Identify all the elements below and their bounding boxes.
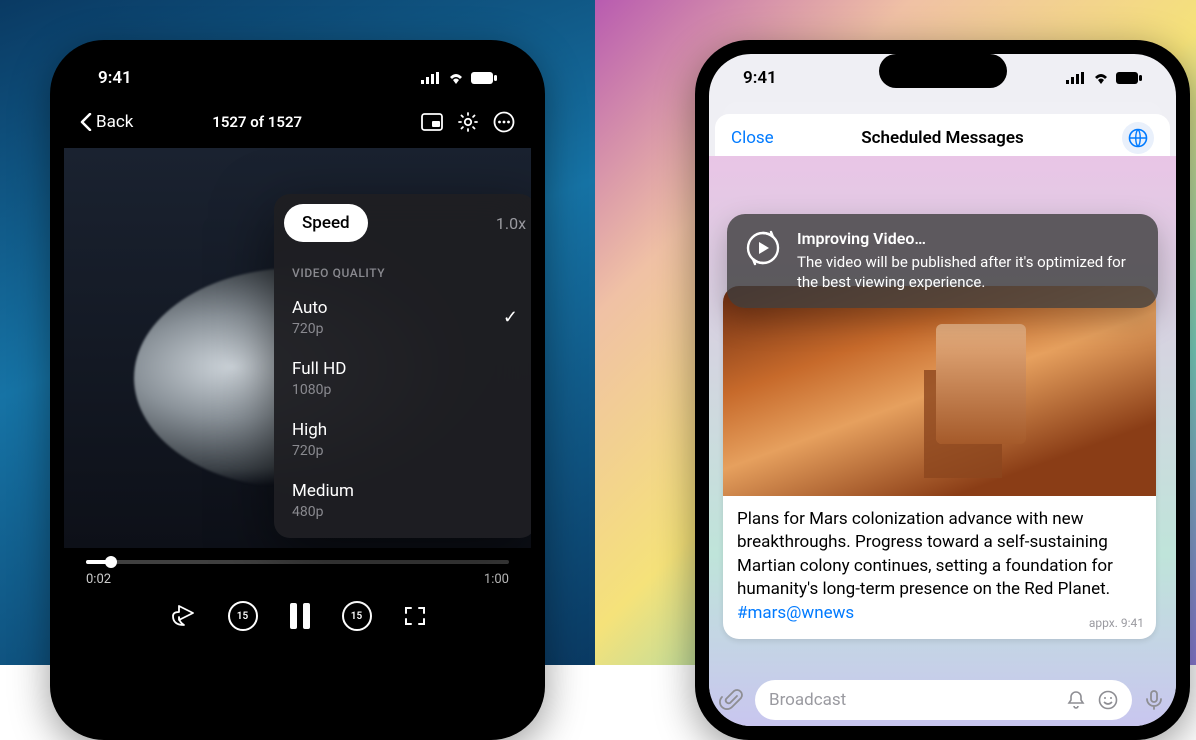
hashtag[interactable]: #mars bbox=[737, 603, 786, 623]
phone-screen: 9:41 Close Scheduled Messages bbox=[709, 54, 1176, 726]
sheet-header: Close Scheduled Messages bbox=[715, 114, 1170, 162]
toast-body: The video will be published after it's o… bbox=[797, 252, 1142, 293]
quality-item-auto[interactable]: Auto720p ✓ bbox=[274, 288, 531, 349]
chevron-left-icon bbox=[80, 113, 92, 131]
notch bbox=[879, 54, 1007, 88]
cellular-icon bbox=[421, 72, 441, 84]
fullscreen-icon[interactable] bbox=[404, 605, 426, 627]
skip-back-button[interactable]: 15 bbox=[228, 601, 258, 631]
refresh-play-icon bbox=[743, 228, 783, 268]
nav-title: 1527 of 1527 bbox=[99, 113, 415, 131]
phone-frame: 9:41 Back 1527 of 1527 bbox=[50, 40, 545, 740]
playback-controls: 15 15 bbox=[64, 601, 531, 631]
status-indicators bbox=[1066, 72, 1142, 84]
input-placeholder: Broadcast bbox=[769, 690, 846, 710]
speed-row[interactable]: Speed 1.0x bbox=[274, 194, 531, 252]
mic-icon[interactable] bbox=[1142, 688, 1166, 712]
message-meta: appx. 9:41 bbox=[1089, 615, 1144, 632]
sticker-icon[interactable] bbox=[1098, 690, 1118, 710]
battery-icon bbox=[1116, 72, 1142, 84]
pause-button[interactable] bbox=[290, 603, 310, 629]
gear-icon[interactable] bbox=[457, 111, 479, 133]
quality-header: VIDEO QUALITY bbox=[274, 252, 531, 288]
more-icon[interactable] bbox=[493, 111, 515, 133]
skip-forward-button[interactable]: 15 bbox=[342, 601, 372, 631]
check-icon: ✓ bbox=[503, 307, 518, 328]
attach-icon[interactable] bbox=[719, 687, 745, 713]
battery-icon bbox=[471, 72, 497, 84]
bell-icon[interactable] bbox=[1066, 690, 1086, 710]
quality-item-fullhd[interactable]: Full HD1080p bbox=[274, 349, 531, 410]
wifi-icon bbox=[447, 72, 465, 84]
status-time: 9:41 bbox=[743, 68, 777, 88]
broadcast-input[interactable]: Broadcast bbox=[755, 680, 1132, 720]
toast-title: Improving Video… bbox=[797, 228, 1142, 250]
status-time: 9:41 bbox=[98, 68, 132, 88]
mention[interactable]: @wnews bbox=[786, 603, 854, 623]
status-indicators bbox=[421, 72, 497, 84]
speed-value: 1.0x bbox=[496, 214, 526, 233]
cellular-icon bbox=[1066, 72, 1086, 84]
message-text: Plans for Mars colonization advance with… bbox=[723, 496, 1156, 639]
left-panel: 9:41 Back 1527 of 1527 bbox=[0, 0, 595, 665]
input-row: Broadcast bbox=[719, 680, 1166, 720]
message-video-thumb[interactable] bbox=[723, 286, 1156, 496]
wifi-icon bbox=[1092, 72, 1110, 84]
elapsed-time: 0:02 bbox=[86, 572, 111, 587]
toast: Improving Video… The video will be publi… bbox=[727, 214, 1158, 308]
scrubber[interactable]: 0:02 1:00 bbox=[86, 560, 509, 587]
quality-item-medium[interactable]: Medium480p bbox=[274, 471, 531, 532]
sheet-title: Scheduled Messages bbox=[715, 128, 1170, 148]
share-icon[interactable] bbox=[170, 605, 196, 627]
phone-screen: 9:41 Back 1527 of 1527 bbox=[64, 54, 531, 726]
total-time: 1:00 bbox=[484, 572, 509, 587]
nav-bar: Back 1527 of 1527 bbox=[64, 102, 531, 142]
notch bbox=[234, 54, 362, 88]
phone-frame: 9:41 Close Scheduled Messages bbox=[695, 40, 1190, 740]
quality-popover: Speed 1.0x VIDEO QUALITY Auto720p ✓ Full… bbox=[274, 194, 531, 538]
pip-icon[interactable] bbox=[421, 113, 443, 131]
speed-label: Speed bbox=[284, 204, 368, 242]
message-card[interactable]: Plans for Mars colonization advance with… bbox=[723, 286, 1156, 639]
right-panel: 9:41 Close Scheduled Messages bbox=[595, 0, 1196, 665]
quality-item-high[interactable]: High720p bbox=[274, 410, 531, 471]
